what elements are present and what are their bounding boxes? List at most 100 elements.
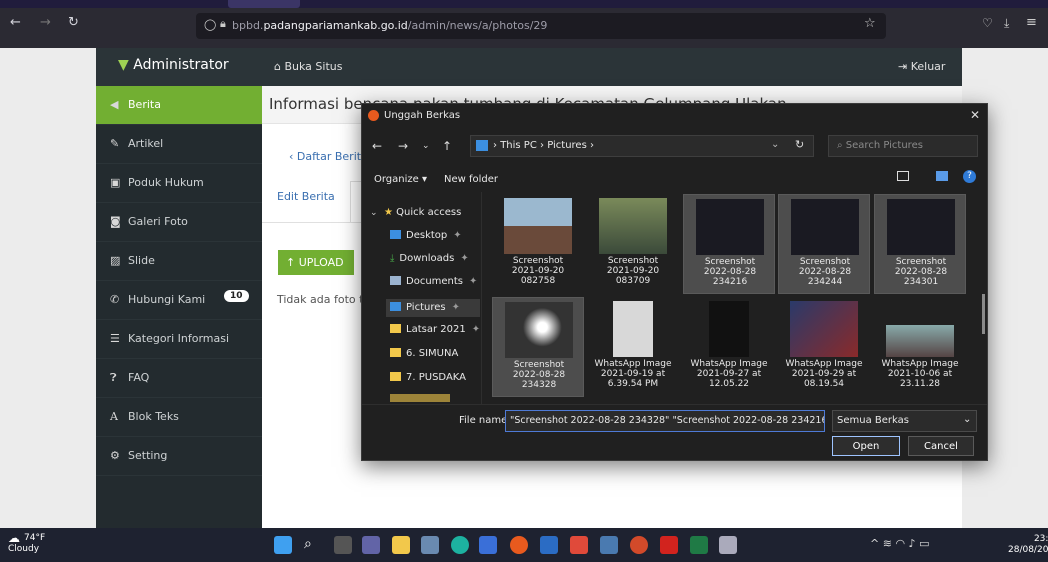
- sidebar-item-galeri-foto[interactable]: ◙ Galeri Foto: [96, 203, 262, 242]
- dialog-title: Unggah Berkas: [384, 110, 461, 121]
- word-icon[interactable]: [540, 536, 558, 554]
- file-item-selected[interactable]: Screenshot 2022-08-28 234216: [683, 194, 775, 294]
- top-navbar: ⌂ Buka Situs ⇥ Keluar: [262, 48, 962, 86]
- photos-icon[interactable]: [421, 536, 439, 554]
- file-name-input[interactable]: "Screenshot 2022-08-28 234328" "Screensh…: [505, 410, 825, 432]
- battery-icon: ▭: [919, 537, 930, 550]
- file-item-selected[interactable]: Screenshot 2022-08-28 234328: [492, 297, 584, 397]
- sidebar-item-setting[interactable]: ⚙ Setting: [96, 437, 262, 476]
- file-item-selected[interactable]: Screenshot 2022-08-28 234301: [874, 194, 966, 294]
- expand-chevron-icon[interactable]: ⌄: [370, 208, 378, 218]
- nav-desktop[interactable]: Desktop ✦: [390, 230, 462, 241]
- teams-icon[interactable]: [362, 536, 380, 554]
- file-item[interactable]: Screenshot 2021-09-20 083709: [587, 194, 679, 294]
- sidebar-item-faq[interactable]: ❓︎ FAQ: [96, 359, 262, 398]
- visit-site-link[interactable]: ⌂ Buka Situs: [274, 60, 342, 73]
- excel-icon[interactable]: [690, 536, 708, 554]
- bookmark-star-icon[interactable]: ☆: [864, 16, 876, 31]
- start-icon[interactable]: [274, 536, 292, 554]
- thumbnail: [504, 198, 572, 254]
- organize-menu[interactable]: Organize ▾: [374, 174, 427, 185]
- nav-more-folder[interactable]: [390, 394, 450, 402]
- pocket-icon[interactable]: ♡: [982, 16, 993, 30]
- sidebar-item-berita[interactable]: ◀ Berita: [96, 86, 262, 125]
- new-folder-button[interactable]: New folder: [444, 174, 498, 185]
- nav-downloads[interactable]: ⤓ Downloads ✦: [390, 253, 469, 264]
- reload-icon[interactable]: ↻: [68, 15, 79, 30]
- camera-icon: ◙: [110, 215, 121, 228]
- upload-button[interactable]: ↑ UPLOAD: [278, 250, 354, 275]
- address-dropdown-icon[interactable]: ⌄: [771, 139, 779, 150]
- cancel-button[interactable]: Cancel: [908, 436, 974, 456]
- app-icon[interactable]: [570, 536, 588, 554]
- tab-edit-berita[interactable]: Edit Berita: [277, 190, 335, 203]
- file-item-selected[interactable]: Screenshot 2022-08-28 234244: [778, 194, 870, 294]
- url-text[interactable]: bpbd.padangpariamankab.go.id/admin/news/…: [232, 19, 547, 32]
- pencil-icon: ✎: [110, 137, 120, 150]
- preview-pane-icon[interactable]: [936, 171, 948, 181]
- sidebar-item-artikel[interactable]: ✎ Artikel: [96, 125, 262, 164]
- nav-documents[interactable]: Documents ✦: [390, 276, 477, 287]
- pin-icon: ✦: [471, 324, 481, 335]
- open-button[interactable]: Open: [832, 436, 900, 456]
- task-view-icon[interactable]: [334, 536, 352, 554]
- thumbnail: [613, 301, 653, 357]
- sidebar-item-slide[interactable]: ▨ Slide: [96, 242, 262, 281]
- sidebar-item-kategori-informasi[interactable]: ☰ Kategori Informasi: [96, 320, 262, 359]
- folder-icon: [390, 348, 401, 357]
- nav-simuna[interactable]: 6. SIMUNA: [390, 348, 458, 359]
- lock-icon[interactable]: 🔒︎: [220, 17, 226, 31]
- store-icon[interactable]: [479, 536, 497, 554]
- sidebar-item-blok-teks[interactable]: A Blok Teks: [96, 398, 262, 437]
- dialog-forward-icon[interactable]: →: [398, 139, 408, 153]
- pin-icon: ✦: [469, 276, 478, 287]
- system-tray[interactable]: ^ ≋ ◠ ♪ ▭: [870, 537, 929, 550]
- file-item[interactable]: Screenshot 2021-09-20 082758: [492, 194, 584, 294]
- weather-widget[interactable]: ☁ 74°F Cloudy: [8, 532, 45, 555]
- refresh-icon[interactable]: ↻: [795, 138, 804, 151]
- thumbnail: [886, 325, 954, 357]
- forward-icon[interactable]: →: [40, 15, 51, 30]
- file-type-select[interactable]: Semua Berkas ⌄: [832, 410, 977, 432]
- nav-pictures[interactable]: Pictures ✦: [386, 299, 480, 317]
- menu-icon[interactable]: ≡: [1026, 15, 1037, 30]
- breadcrumb-this-pc[interactable]: This PC: [500, 140, 537, 151]
- file-item[interactable]: WhatsApp Image 2021-09-19 at 6.39.54 PM: [587, 297, 679, 397]
- downloads-icon[interactable]: ⤓: [1004, 16, 1009, 31]
- search-input[interactable]: ⌕ Search Pictures: [828, 135, 978, 157]
- firefox-taskbar-icon[interactable]: [510, 536, 528, 554]
- file-item[interactable]: WhatsApp Image 2021-09-29 at 08.19.54: [778, 297, 870, 397]
- edge-icon[interactable]: [451, 536, 469, 554]
- powerpoint-icon[interactable]: [630, 536, 648, 554]
- help-icon[interactable]: ?: [963, 170, 976, 183]
- back-to-list-link[interactable]: ‹ Daftar Berita: [289, 150, 368, 163]
- desktop-icon: [390, 230, 401, 239]
- file-item[interactable]: WhatsApp Image 2021-09-27 at 12.05.22: [683, 297, 775, 397]
- active-tab[interactable]: [228, 0, 300, 8]
- file-explorer-icon[interactable]: [392, 536, 410, 554]
- file-grid-scrollbar[interactable]: [982, 294, 985, 334]
- sidebar-item-produk-hukum[interactable]: ▣ Poduk Hukum: [96, 164, 262, 203]
- acrobat-icon[interactable]: [660, 536, 678, 554]
- file-item[interactable]: WhatsApp Image 2021-10-06 at 23.11.28: [874, 297, 966, 397]
- close-icon[interactable]: ✕: [970, 108, 980, 122]
- address-bar[interactable]: › This PC › Pictures › ⌄ ↻: [470, 135, 814, 157]
- nav-quick-access[interactable]: ★ Quick access: [384, 207, 461, 218]
- search-taskbar-icon[interactable]: ⌕: [304, 536, 322, 554]
- app-icon[interactable]: [600, 536, 618, 554]
- logout-link[interactable]: ⇥ Keluar: [898, 60, 945, 73]
- back-icon[interactable]: ←: [10, 15, 21, 30]
- clock[interactable]: 23:5528/08/2022: [1008, 534, 1048, 556]
- breadcrumb-pictures[interactable]: Pictures: [547, 140, 587, 151]
- recent-locations-icon[interactable]: ⌄: [422, 141, 430, 151]
- up-folder-icon[interactable]: ↑: [442, 139, 452, 153]
- file-name-label: File name:: [459, 415, 511, 426]
- app-icon[interactable]: [719, 536, 737, 554]
- shield-icon[interactable]: ◯: [204, 18, 216, 31]
- nav-latsar-2021[interactable]: Latsar 2021 ✦: [390, 324, 480, 335]
- view-options-icon[interactable]: [897, 171, 909, 181]
- admin-brand[interactable]: ▼ Administrator: [96, 48, 262, 86]
- nav-pusdaka[interactable]: 7. PUSDAKA: [390, 372, 466, 383]
- dialog-back-icon[interactable]: ←: [372, 139, 382, 153]
- pictures-folder-icon: [476, 140, 488, 151]
